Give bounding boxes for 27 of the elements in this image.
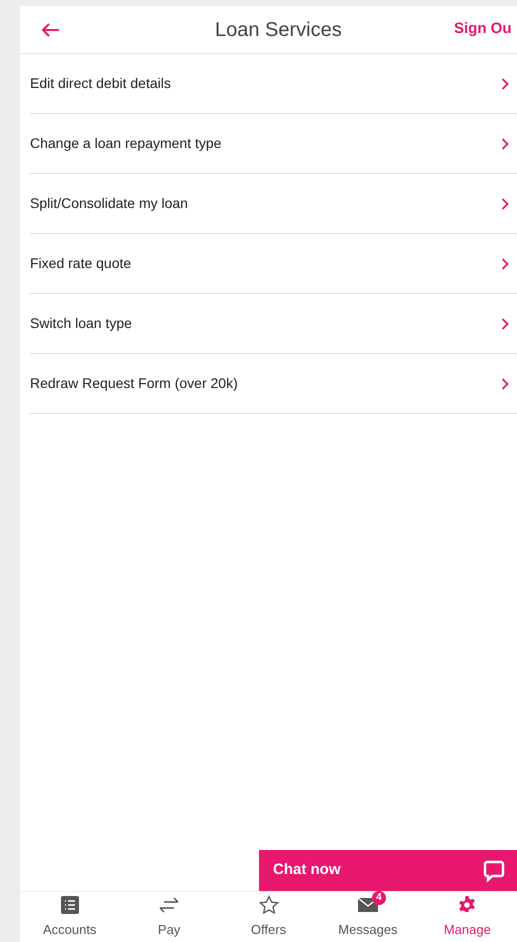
menu-item[interactable]: Switch loan type — [30, 294, 517, 354]
chevron-right-icon — [501, 138, 509, 150]
sign-out-link[interactable]: Sign Ou — [454, 18, 512, 41]
menu-item[interactable]: Split/Consolidate my loan — [30, 174, 517, 234]
chat-bubble-icon — [483, 860, 505, 882]
transfer-arrows-icon — [158, 896, 180, 912]
star-icon — [258, 894, 279, 914]
envelope-icon — [358, 898, 378, 912]
nav-tab[interactable]: Accounts — [20, 892, 120, 942]
chevron-right-icon — [501, 378, 509, 390]
nav-tab[interactable]: Offers — [218, 892, 318, 942]
chevron-right-icon — [501, 318, 509, 330]
menu-item[interactable]: Fixed rate quote — [30, 234, 517, 294]
nav-tab[interactable]: Pay — [119, 892, 219, 942]
menu-item[interactable]: Change a loan repayment type — [30, 114, 517, 174]
nav-tab[interactable]: 4 Messages — [318, 892, 418, 942]
menu-item[interactable]: Edit direct debit details — [30, 54, 517, 114]
chat-now-button[interactable]: Chat now — [259, 850, 517, 891]
list-icon — [60, 896, 79, 914]
chevron-right-icon — [501, 258, 509, 270]
chevron-right-icon — [501, 198, 509, 210]
page-title: Loan Services — [215, 18, 342, 42]
back-arrow-icon — [40, 22, 60, 38]
nav-tab[interactable]: Manage — [418, 892, 517, 942]
menu-item[interactable]: Redraw Request Form (over 20k) — [30, 354, 517, 414]
chevron-right-icon — [501, 78, 509, 90]
gear-icon — [458, 896, 476, 914]
